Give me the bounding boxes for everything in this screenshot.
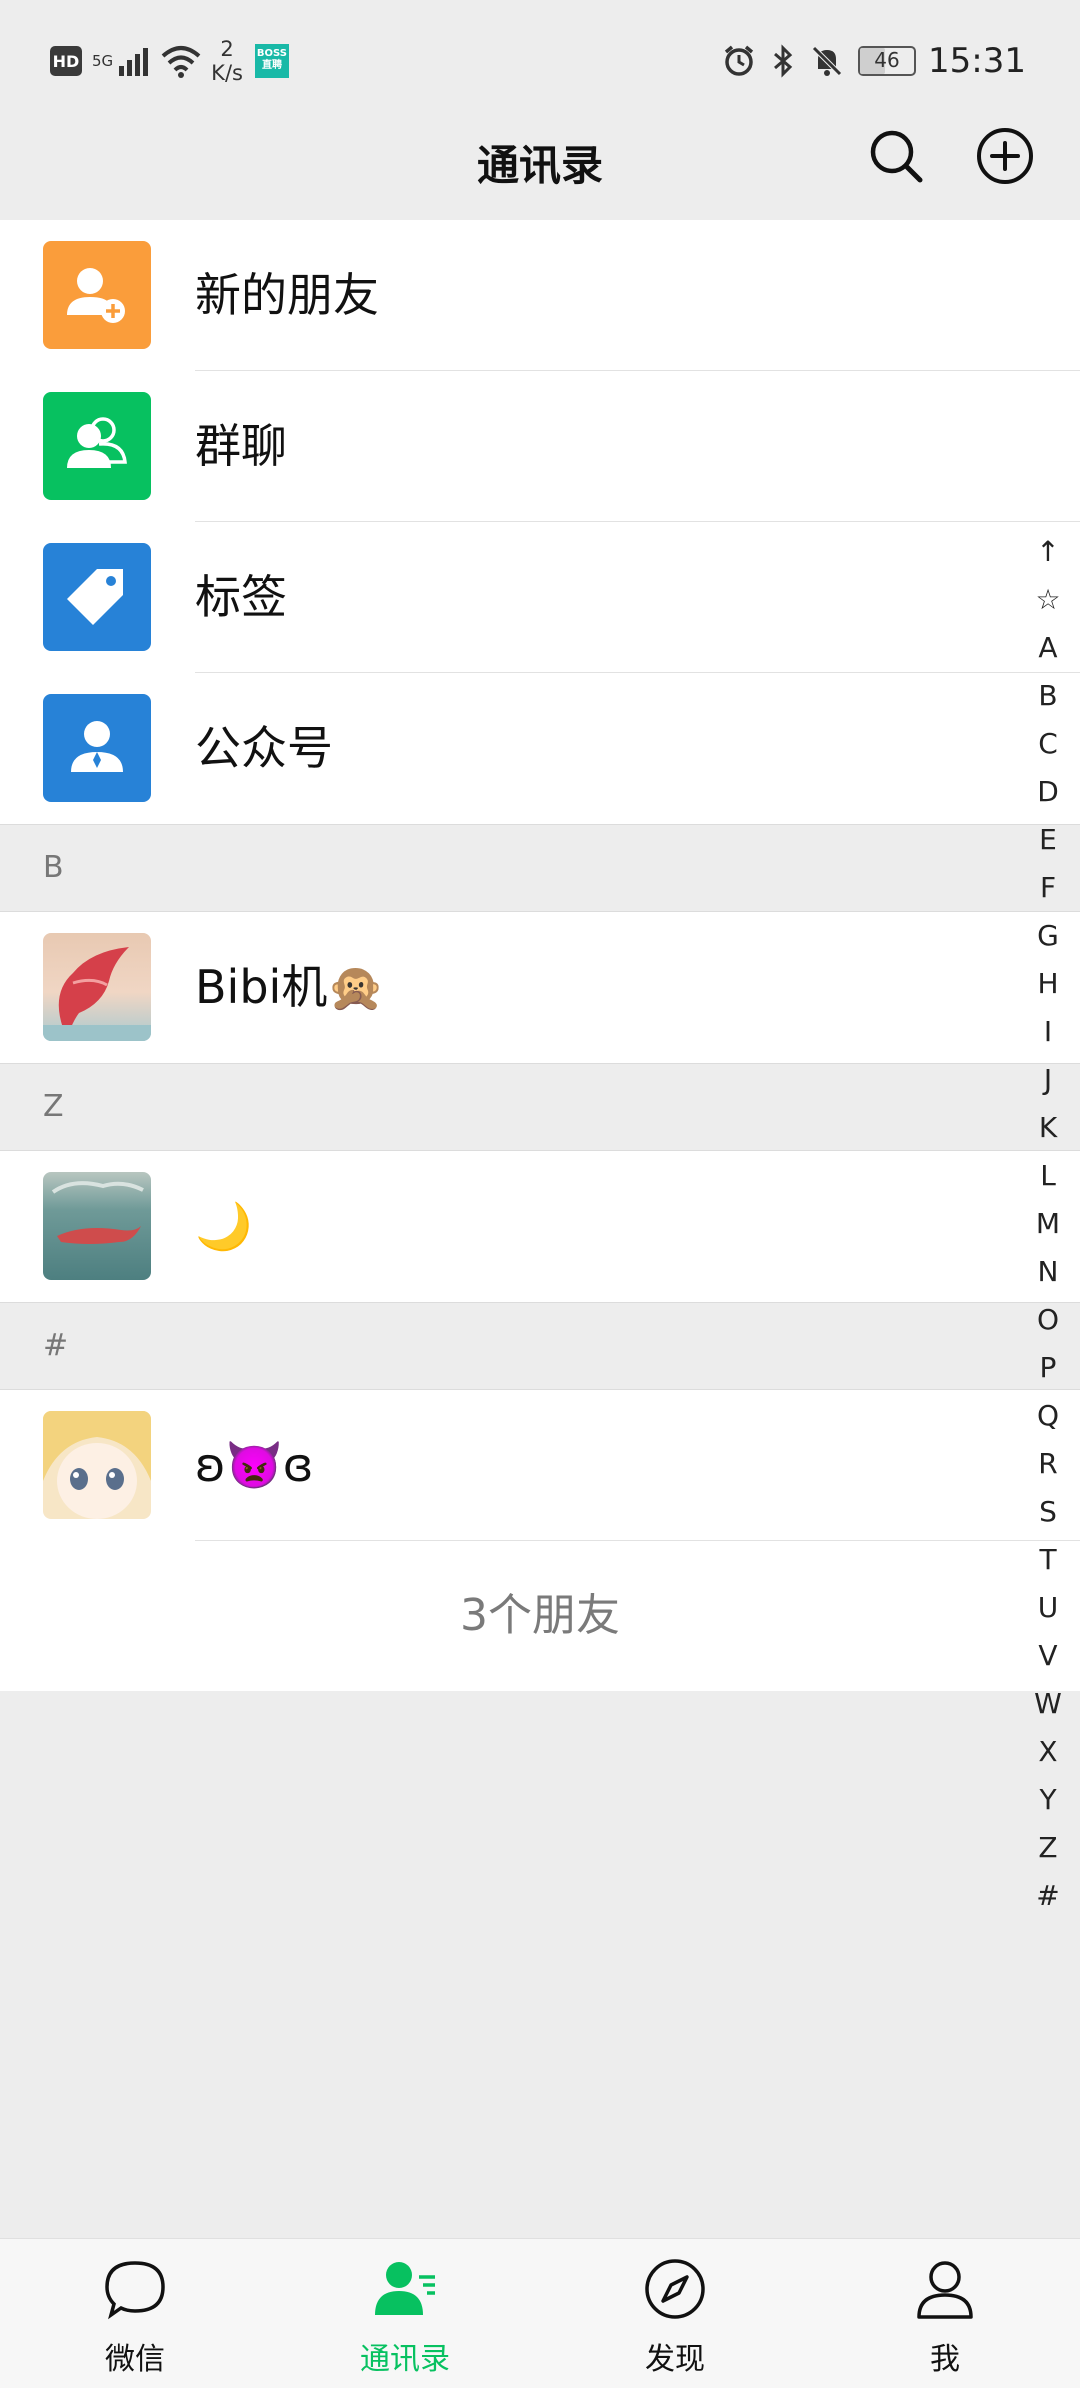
index-letter[interactable]: W: [1028, 1680, 1068, 1728]
tags-label: 标签: [195, 570, 287, 624]
tab-discover[interactable]: 发现: [540, 2239, 810, 2388]
contact-name: Bibi机🙊: [195, 960, 385, 1014]
index-letter[interactable]: N: [1028, 1248, 1068, 1296]
section-header-z: Z: [0, 1063, 1080, 1151]
tab-me[interactable]: 我: [810, 2239, 1080, 2388]
index-letter[interactable]: A: [1028, 624, 1068, 672]
network-type: 5G: [92, 52, 114, 70]
battery-level: 46: [874, 48, 900, 72]
official-account-icon: [43, 694, 151, 802]
tab-bar: 微信 通讯录 发现 我: [0, 2238, 1080, 2388]
status-time: 15:31: [928, 41, 1026, 81]
mute-bell-icon: [812, 46, 842, 76]
speed-value: 2: [220, 37, 234, 61]
group-chats-item[interactable]: 群聊: [0, 371, 1080, 522]
status-bar: HD 5G 2 K/s BOSS 直聘 46 15:31: [0, 0, 1080, 110]
contact-name: ʚ👿ɞ: [195, 1438, 314, 1492]
new-friends-label: 新的朋友: [195, 268, 379, 322]
index-letter[interactable]: J: [1028, 1056, 1068, 1104]
section-header-hash: #: [0, 1302, 1080, 1390]
tab-label: 通讯录: [360, 2342, 450, 2377]
index-letter[interactable]: M: [1028, 1200, 1068, 1248]
index-letter[interactable]: T: [1028, 1536, 1068, 1584]
index-letter[interactable]: R: [1028, 1440, 1068, 1488]
index-letter[interactable]: Z: [1028, 1824, 1068, 1872]
tag-icon: [43, 543, 151, 651]
index-letter[interactable]: U: [1028, 1584, 1068, 1632]
contact-item-bibi[interactable]: Bibi机🙊: [0, 912, 1080, 1063]
official-accounts-label: 公众号: [195, 721, 333, 775]
new-friends-icon: [43, 241, 151, 349]
index-letter[interactable]: I: [1028, 1008, 1068, 1056]
index-letter[interactable]: B: [1028, 672, 1068, 720]
contact-item-devil[interactable]: ʚ👿ɞ: [0, 1390, 1080, 1541]
add-icon[interactable]: [975, 126, 1035, 186]
contact-list: 新的朋友 群聊 标签 公众号 B Bibi机🙊 Z 🌙 # ʚ👿ɞ 3个朋友: [0, 220, 1080, 1691]
contact-item-moon[interactable]: 🌙: [0, 1151, 1080, 1302]
index-letter[interactable]: O: [1028, 1296, 1068, 1344]
signal-icon: [119, 46, 151, 76]
official-accounts-item[interactable]: 公众号: [0, 673, 1080, 824]
compass-icon: [645, 2259, 705, 2319]
header: 通讯录: [0, 110, 1080, 220]
index-letter[interactable]: ↑: [1028, 528, 1068, 576]
boss-app-icon: BOSS 直聘: [254, 44, 289, 78]
index-letter[interactable]: H: [1028, 960, 1068, 1008]
tab-chats[interactable]: 微信: [0, 2239, 270, 2388]
index-letter[interactable]: #: [1028, 1872, 1068, 1920]
index-letter[interactable]: G: [1028, 912, 1068, 960]
tab-contacts[interactable]: 通讯录: [270, 2239, 540, 2388]
index-letter[interactable]: L: [1028, 1152, 1068, 1200]
group-chat-icon: [43, 392, 151, 500]
section-header-b: B: [0, 824, 1080, 912]
new-friends-item[interactable]: 新的朋友: [0, 220, 1080, 371]
contact-avatar: [43, 1172, 151, 1280]
hd-badge: HD: [50, 46, 82, 76]
contacts-icon: [375, 2262, 435, 2315]
status-left: HD 5G 2 K/s BOSS 直聘: [50, 36, 289, 86]
contact-avatar: [43, 933, 151, 1041]
profile-icon: [917, 2261, 973, 2319]
bluetooth-icon: [774, 44, 793, 78]
network-speed: 2 K/s: [211, 37, 243, 85]
index-letter[interactable]: C: [1028, 720, 1068, 768]
group-chats-label: 群聊: [195, 419, 287, 473]
index-letter[interactable]: Q: [1028, 1392, 1068, 1440]
index-letter[interactable]: S: [1028, 1488, 1068, 1536]
tab-label: 微信: [105, 2342, 165, 2377]
index-letter[interactable]: K: [1028, 1104, 1068, 1152]
battery-icon: 46: [858, 46, 917, 76]
search-icon[interactable]: [868, 128, 924, 184]
speed-unit: K/s: [211, 61, 243, 85]
index-letter[interactable]: V: [1028, 1632, 1068, 1680]
wifi-icon: [161, 46, 201, 78]
index-letter[interactable]: F: [1028, 864, 1068, 912]
index-letter[interactable]: D: [1028, 768, 1068, 816]
tab-label: 我: [930, 2342, 960, 2377]
boss-label-2: 直聘: [261, 60, 282, 71]
friend-count: 3个朋友: [0, 1541, 1080, 1691]
index-letter[interactable]: E: [1028, 816, 1068, 864]
index-letter[interactable]: ☆: [1028, 576, 1068, 624]
contact-name: 🌙: [195, 1199, 253, 1253]
contact-avatar: [43, 1411, 151, 1519]
tags-item[interactable]: 标签: [0, 522, 1080, 673]
index-letter[interactable]: P: [1028, 1344, 1068, 1392]
boss-label-1: BOSS: [256, 48, 287, 59]
alphabet-index[interactable]: ↑ ☆ A B C D E F G H I J K L M N O P Q R S T U V W X Y Z #: [1028, 528, 1068, 1920]
chat-icon: [105, 2261, 165, 2320]
alarm-icon: [724, 45, 754, 76]
tab-label: 发现: [645, 2342, 705, 2377]
status-right: 46 15:31: [712, 36, 1026, 86]
index-letter[interactable]: X: [1028, 1728, 1068, 1776]
index-letter[interactable]: Y: [1028, 1776, 1068, 1824]
